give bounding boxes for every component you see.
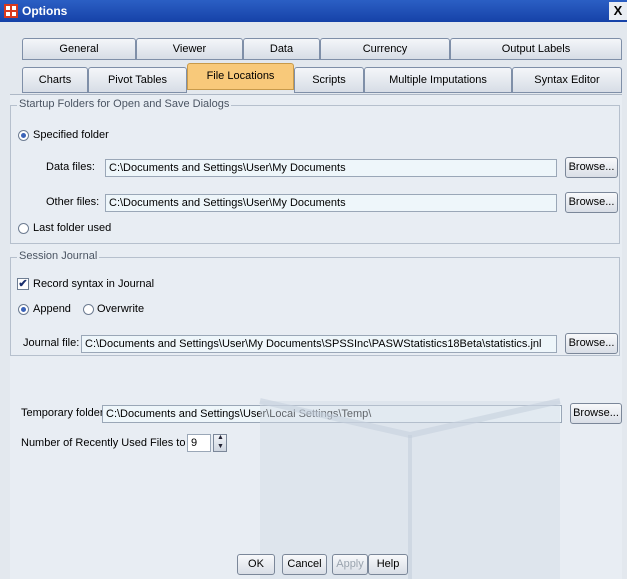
record-syntax-label: Record syntax in Journal: [33, 278, 155, 290]
tab-viewer[interactable]: Viewer: [136, 38, 243, 60]
recent-files-label: Number of Recently Used Files to List:: [21, 437, 209, 449]
tab-output-labels[interactable]: Output Labels: [450, 38, 622, 60]
specified-folder-label: Specified folder: [33, 129, 109, 141]
other-files-browse-button[interactable]: Browse...: [565, 192, 618, 213]
title-bar: Options X: [0, 0, 627, 22]
tab-pivot-tables[interactable]: Pivot Tables: [88, 67, 187, 93]
recent-files-input[interactable]: 9: [187, 434, 211, 452]
startup-folders-group: Startup Folders for Open and Save Dialog…: [10, 98, 620, 244]
file-locations-panel: Startup Folders for Open and Save Dialog…: [10, 94, 622, 579]
overwrite-label: Overwrite: [97, 303, 145, 315]
data-files-input[interactable]: C:\Documents and Settings\User\My Docume…: [105, 159, 557, 177]
tab-row-1: General Viewer Data Currency Output Labe…: [22, 38, 622, 60]
tab-general[interactable]: General: [22, 38, 136, 60]
tab-currency[interactable]: Currency: [320, 38, 450, 60]
last-folder-label: Last folder used: [33, 222, 112, 234]
tab-charts[interactable]: Charts: [22, 67, 88, 93]
apply-button[interactable]: Apply: [332, 554, 368, 575]
recent-files-spinner[interactable]: [213, 434, 227, 452]
ok-button[interactable]: OK: [237, 554, 275, 575]
startup-legend: Startup Folders for Open and Save Dialog…: [17, 98, 232, 110]
cancel-button[interactable]: Cancel: [282, 554, 327, 575]
close-icon[interactable]: X: [609, 2, 627, 20]
append-radio[interactable]: [18, 304, 29, 315]
book-watermark-icon: [259, 398, 561, 579]
journal-file-browse-button[interactable]: Browse...: [565, 333, 618, 354]
journal-file-input[interactable]: C:\Documents and Settings\User\My Docume…: [81, 335, 557, 353]
tab-row-2: Charts Pivot Tables File Locations Scrip…: [22, 63, 622, 93]
help-button[interactable]: Help: [368, 554, 408, 575]
journal-file-label: Journal file:: [23, 337, 80, 349]
data-files-browse-button[interactable]: Browse...: [565, 157, 618, 178]
other-files-input[interactable]: C:\Documents and Settings\User\My Docume…: [105, 194, 557, 212]
journal-legend: Session Journal: [17, 250, 100, 262]
specified-folder-radio[interactable]: [18, 130, 29, 141]
tab-syntax-editor[interactable]: Syntax Editor: [512, 67, 622, 93]
record-syntax-checkbox[interactable]: ✔: [17, 278, 29, 290]
last-folder-radio[interactable]: [18, 223, 29, 234]
tab-data[interactable]: Data: [243, 38, 320, 60]
session-journal-group: Session Journal ✔ Record syntax in Journ…: [10, 250, 620, 356]
window-title: Options: [22, 4, 68, 18]
tab-multiple-imputations[interactable]: Multiple Imputations: [364, 67, 512, 93]
data-files-label: Data files:: [46, 161, 95, 173]
tab-file-locations[interactable]: File Locations: [187, 63, 294, 90]
overwrite-radio[interactable]: [83, 304, 94, 315]
append-label: Append: [33, 303, 71, 315]
other-files-label: Other files:: [46, 196, 100, 208]
spss-app-icon: [4, 4, 18, 18]
temp-folder-label: Temporary folder:: [21, 407, 107, 419]
tab-scripts[interactable]: Scripts: [294, 67, 364, 93]
